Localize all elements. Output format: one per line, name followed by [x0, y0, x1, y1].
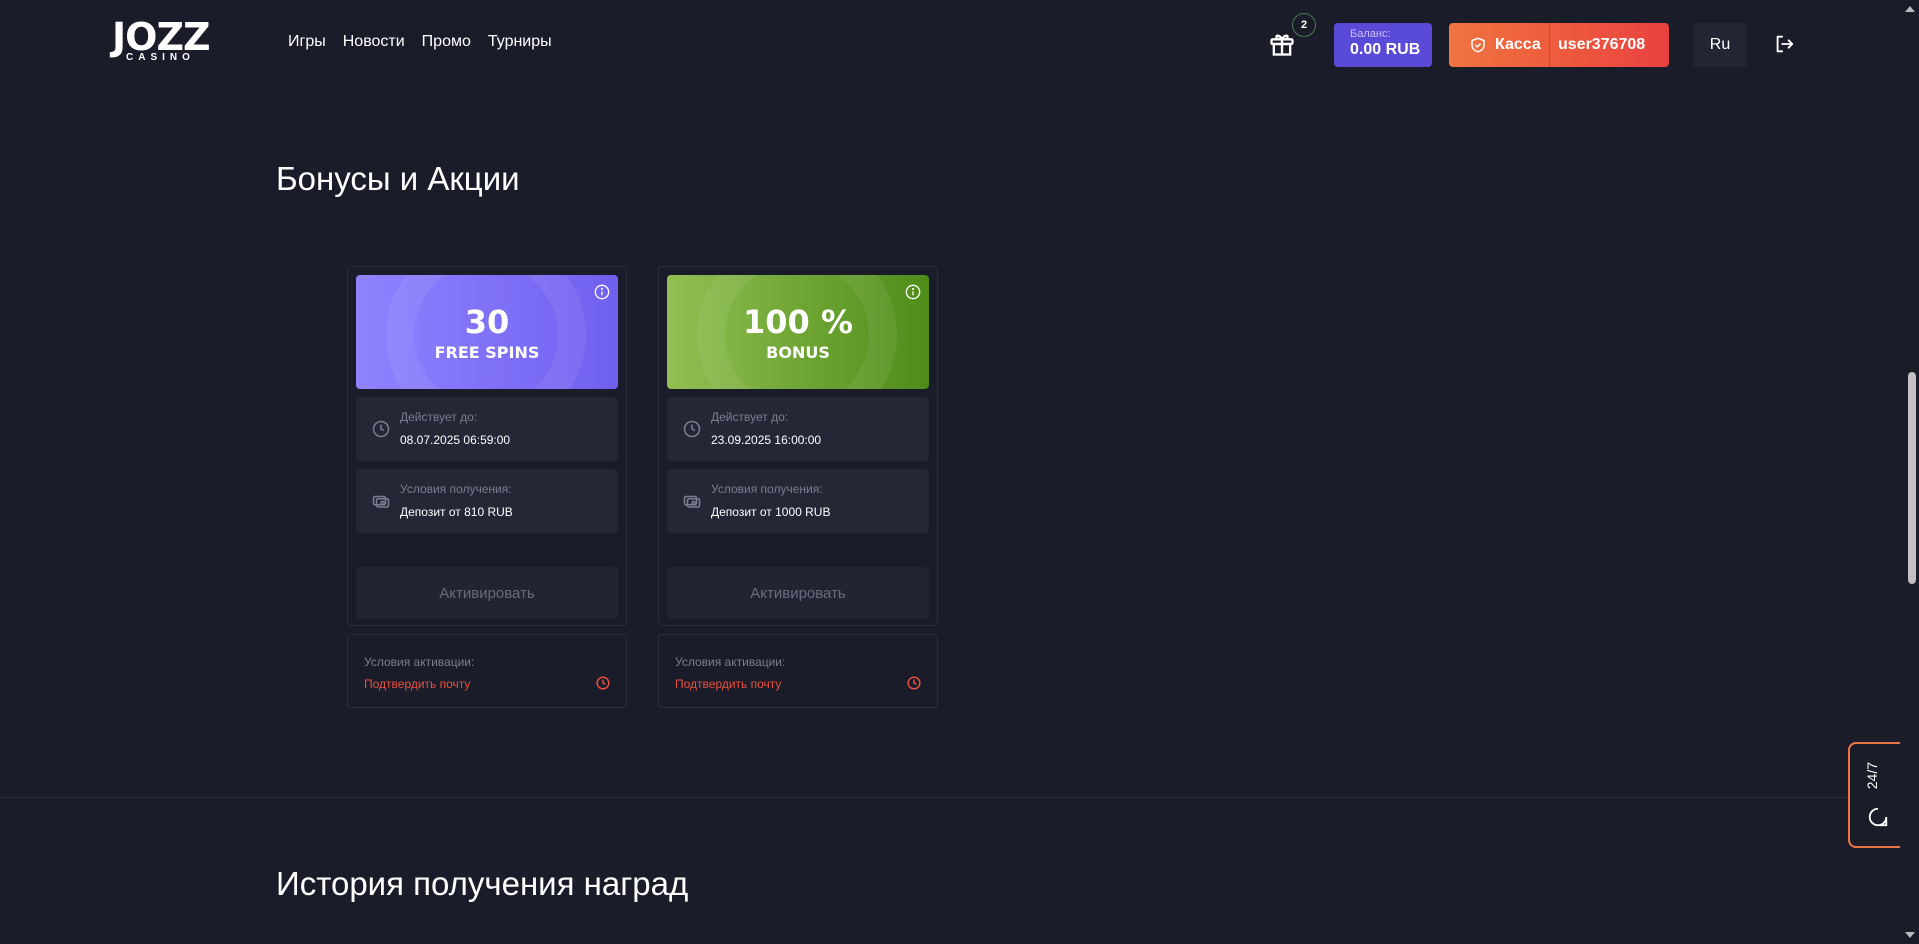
info-icon[interactable]	[905, 284, 921, 300]
clock-icon	[372, 420, 390, 438]
gift-icon[interactable]	[1268, 30, 1296, 58]
username-button[interactable]: user376708	[1550, 36, 1645, 54]
bonus-type: FREE SPINS	[434, 343, 540, 362]
bonus-type: BONUS	[766, 343, 830, 362]
shield-check-icon	[1471, 37, 1485, 53]
bonuses-title: Бонусы и Акции	[276, 160, 520, 197]
bonus-amount: 30	[464, 303, 510, 341]
activation-conditions-label: Условия активации:	[364, 655, 475, 669]
validity-value: 23.09.2025 16:00:00	[711, 433, 822, 447]
balance-value: 0.00 RUB	[1350, 41, 1421, 58]
language-selector[interactable]: Ru	[1693, 23, 1747, 67]
validity-box: Действует до: 23.09.2025 16:00:00	[667, 397, 929, 461]
scroll-up-arrow[interactable]	[1905, 6, 1915, 12]
cashier-user-group: Касса user376708	[1449, 23, 1669, 67]
clock-icon	[683, 420, 701, 438]
validity-label: Действует до:	[711, 410, 789, 424]
clock-icon	[596, 676, 610, 690]
balance-widget[interactable]: Баланс: 0.00 RUB	[1334, 23, 1432, 67]
nav-item-games[interactable]: Игры	[288, 33, 326, 51]
terms-box: Условия получения: Депозит от 1000 RUB	[667, 469, 929, 533]
gift-count-badge: 2	[1292, 13, 1316, 37]
terms-value: Депозит от 810 RUB	[400, 505, 513, 519]
support-button[interactable]: 24/7	[1848, 742, 1904, 848]
nav-item-tournaments[interactable]: Турниры	[488, 33, 552, 51]
cashier-button[interactable]: Касса	[1449, 23, 1550, 67]
bonus-card-deposit: 100 % BONUS Действует до: 23.09.2025 16:…	[658, 266, 938, 626]
confirm-email-link[interactable]: Подтвердить почту	[364, 677, 470, 691]
activate-button[interactable]: Активировать	[356, 567, 618, 619]
activate-button[interactable]: Активировать	[667, 567, 929, 619]
money-icon	[372, 495, 390, 508]
bonus-amount: 100 %	[743, 303, 853, 341]
clock-icon	[907, 676, 921, 690]
section-divider	[0, 797, 1900, 798]
main-nav: Игры Новости Промо Турниры	[288, 33, 552, 51]
validity-label: Действует до:	[400, 410, 478, 424]
terms-box: Условия получения: Депозит от 810 RUB	[356, 469, 618, 533]
logo[interactable]: JOZZ CASINO	[112, 18, 212, 68]
scrollbar-thumb[interactable]	[1908, 372, 1916, 584]
history-title: История получения наград	[276, 865, 689, 902]
nav-item-news[interactable]: Новости	[343, 33, 405, 51]
activation-conditions-label: Условия активации:	[675, 655, 786, 669]
support-label: 24/7	[1864, 762, 1880, 790]
confirm-email-link[interactable]: Подтвердить почту	[675, 677, 781, 691]
scroll-down-arrow[interactable]	[1905, 932, 1915, 938]
logout-icon[interactable]	[1773, 33, 1795, 55]
balance-label: Баланс:	[1350, 28, 1391, 40]
chat-icon	[1868, 807, 1888, 827]
logo-main: JOZZ	[112, 15, 211, 59]
header: JOZZ CASINO Игры Новости Промо Турниры 2…	[0, 0, 1900, 88]
activation-conditions: Условия активации: Подтвердить почту	[658, 634, 938, 708]
bonus-banner: 30 FREE SPINS	[356, 275, 618, 389]
cashier-label: Касса	[1495, 36, 1541, 53]
validity-box: Действует до: 08.07.2025 06:59:00	[356, 397, 618, 461]
bonus-card-free-spins: 30 FREE SPINS Действует до: 08.07.2025 0…	[347, 266, 627, 626]
terms-label: Условия получения:	[711, 482, 823, 496]
nav-item-promo[interactable]: Промо	[422, 33, 471, 51]
terms-label: Условия получения:	[400, 482, 512, 496]
info-icon[interactable]	[594, 284, 610, 300]
logo-sub: CASINO	[126, 52, 195, 63]
money-icon	[683, 495, 701, 508]
terms-value: Депозит от 1000 RUB	[711, 505, 831, 519]
bonus-banner: 100 % BONUS	[667, 275, 929, 389]
validity-value: 08.07.2025 06:59:00	[400, 433, 511, 447]
activation-conditions: Условия активации: Подтвердить почту	[347, 634, 627, 708]
